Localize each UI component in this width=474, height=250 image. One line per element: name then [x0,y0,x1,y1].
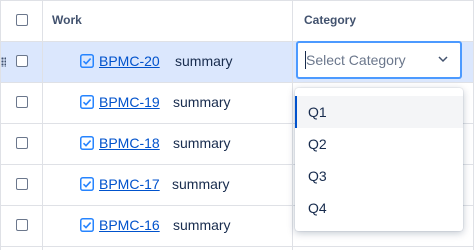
category-option-label: Q1 [308,104,327,120]
table-header: Work Category [0,0,474,41]
row-checkbox[interactable] [16,178,28,190]
table-divider [292,0,293,250]
table-divider [42,0,43,250]
row-checkbox[interactable] [16,219,28,231]
category-option-q3[interactable]: Q3 [295,160,463,192]
issue-key-link[interactable]: BPMC-16 [99,217,160,233]
category-dropdown-menu: Q1 Q2 Q3 Q4 [295,88,463,231]
drag-handle-icon[interactable] [1,57,6,67]
table-divider [0,0,474,1]
issue-summary: summary [172,176,230,192]
select-all-checkbox[interactable] [16,14,28,26]
task-checkbox-icon [80,177,94,191]
category-select-placeholder: Select Category [306,52,406,68]
column-header-work: Work [52,13,82,27]
table-divider [0,0,1,250]
issue-key-link[interactable]: BPMC-17 [99,176,160,192]
task-checkbox-icon [80,54,94,68]
table-divider [0,82,474,83]
issue-key-link[interactable]: BPMC-18 [99,135,160,151]
column-header-category: Category [304,13,357,27]
category-select[interactable]: Select Category [296,41,462,79]
row-checkbox[interactable] [16,137,28,149]
task-checkbox-icon [80,95,94,109]
issue-summary: summary [173,135,231,151]
issue-key-link[interactable]: BPMC-20 [99,53,160,69]
category-option-q4[interactable]: Q4 [295,192,463,224]
task-checkbox-icon [80,136,94,150]
issue-summary: summary [173,94,231,110]
row-checkbox[interactable] [16,96,28,108]
category-option-label: Q2 [308,136,327,152]
issue-summary: summary [175,53,233,69]
category-option-q1[interactable]: Q1 [295,96,463,128]
issue-summary: summary [173,217,231,233]
table-divider [0,246,474,247]
chevron-down-icon[interactable] [438,54,448,64]
issue-key-link[interactable]: BPMC-19 [99,94,160,110]
category-option-label: Q4 [308,200,327,216]
row-checkbox[interactable] [16,55,28,67]
category-option-label: Q3 [308,168,327,184]
task-checkbox-icon [80,218,94,232]
category-option-q2[interactable]: Q2 [295,128,463,160]
